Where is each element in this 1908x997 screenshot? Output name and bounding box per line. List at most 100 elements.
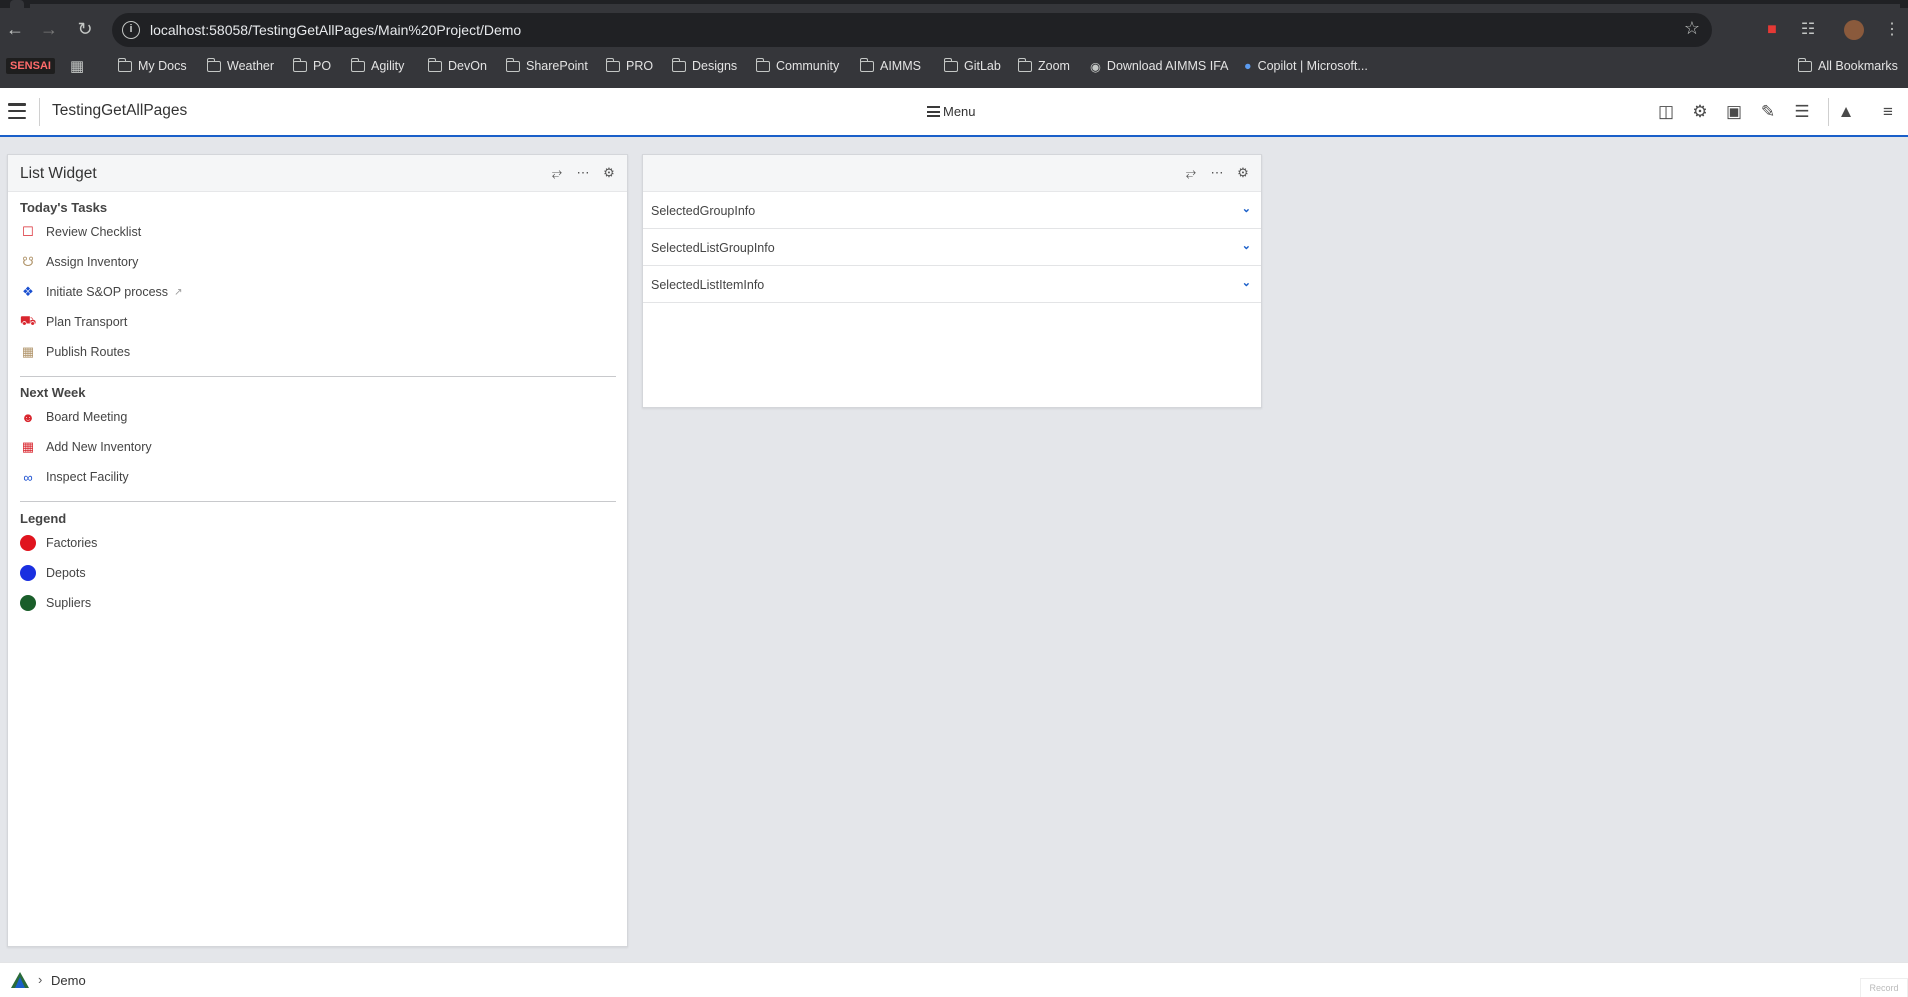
hamburger-icon[interactable] xyxy=(8,103,26,119)
monitor-icon[interactable]: ◫ xyxy=(1655,101,1677,123)
forward-icon[interactable]: → xyxy=(34,14,64,44)
list-item-add-new-inventory[interactable]: ▦ Add New Inventory xyxy=(20,436,152,458)
bookmark-label: GitLab xyxy=(964,59,1001,73)
widget-tools: ⥂ ⋯ ⚙ xyxy=(549,165,617,181)
bookmark-star-icon[interactable]: ☆ xyxy=(1684,18,1700,39)
widget-tools: ⥂ ⋯ ⚙ xyxy=(1183,165,1251,181)
folder-icon xyxy=(505,57,520,72)
reload-icon[interactable]: ↻ xyxy=(70,14,100,44)
accordion-selected-list-item-info[interactable]: SelectedListItemInfo ⌄ xyxy=(643,266,1261,303)
menu-icon xyxy=(927,106,940,117)
back-icon[interactable]: ← xyxy=(0,14,30,44)
fullscreen-icon[interactable]: ⥂ xyxy=(1183,165,1199,181)
more-icon[interactable]: ⋯ xyxy=(575,165,591,181)
truck-icon: ⛟ xyxy=(19,313,37,328)
group-title-todays-tasks: Today's Tasks xyxy=(20,200,108,215)
list-item-label: Initiate S&OP process xyxy=(46,285,169,299)
gear-icon[interactable]: ⚙ xyxy=(1689,101,1711,123)
bookmark-download-aimms-ifa[interactable]: ◉ Download AIMMS IFA xyxy=(1090,56,1229,76)
bookmark-zoom[interactable]: Zoom xyxy=(1017,56,1070,76)
all-bookmarks-label: All Bookmarks xyxy=(1818,59,1898,73)
list-item-factories[interactable]: Factories xyxy=(20,532,97,554)
list-item-initiate-sop[interactable]: ❖ Initiate S&OP process ↗ xyxy=(20,281,182,303)
menu-label: Menu xyxy=(943,104,976,119)
bookmark-sensai[interactable]: SENSAI xyxy=(6,56,55,76)
footer-bar: › Demo Record xyxy=(0,962,1908,997)
folder-icon xyxy=(943,57,958,72)
group-divider xyxy=(20,376,616,377)
list-widget: List Widget ⥂ ⋯ ⚙ Today's Tasks ☐ Review… xyxy=(7,154,628,947)
list-item-assign-inventory[interactable]: ☋ Assign Inventory xyxy=(20,251,138,273)
list-item-depots[interactable]: Depots xyxy=(20,562,86,584)
active-tab[interactable] xyxy=(10,0,24,8)
accordion-label: SelectedListItemInfo xyxy=(651,278,765,292)
aimms-logo-icon[interactable] xyxy=(10,971,30,989)
bookmark-community[interactable]: Community xyxy=(755,56,839,76)
bookmark-my-docs[interactable]: My Docs xyxy=(117,56,187,76)
group-divider xyxy=(20,501,616,502)
extension-toolbar: ■ ☷ ⋮ xyxy=(1708,14,1908,46)
list-item-plan-transport[interactable]: ⛟ Plan Transport xyxy=(20,311,127,333)
list-item-supliers[interactable]: Supliers xyxy=(20,592,91,614)
list-item-label: Depots xyxy=(46,566,86,580)
more-icon[interactable]: ⋯ xyxy=(1209,165,1225,181)
bookmark-sharepoint[interactable]: SharePoint xyxy=(505,56,588,76)
list-icon[interactable]: ☰ xyxy=(1791,101,1813,123)
external-link-icon: ↗ xyxy=(174,286,183,298)
bookmark-copilot[interactable]: ● Copilot | Microsoft... xyxy=(1244,56,1368,76)
bookmark-weather[interactable]: Weather xyxy=(206,56,274,76)
browser-menu-icon[interactable]: ⋮ xyxy=(1880,18,1904,42)
gear-icon[interactable]: ⚙ xyxy=(1235,165,1251,181)
folder-icon xyxy=(117,57,132,72)
accordion-selected-list-group-info[interactable]: SelectedListGroupInfo ⌄ xyxy=(643,229,1261,266)
bookmark-label: Designs xyxy=(692,59,738,73)
info-widget: ⥂ ⋯ ⚙ SelectedGroupInfo ⌄ SelectedListGr… xyxy=(642,154,1262,408)
bookmarks-bar: SENSAI ▦ My Docs Weather PO Agility DevO… xyxy=(0,52,1908,80)
record-button[interactable]: Record xyxy=(1860,978,1908,997)
bookmark-gitlab[interactable]: GitLab xyxy=(943,56,1001,76)
bookmark-agility[interactable]: Agility xyxy=(350,56,404,76)
header-divider xyxy=(1828,98,1829,126)
extensions-icon[interactable]: ☷ xyxy=(1796,18,1820,42)
chevron-down-icon[interactable]: ⌄ xyxy=(1242,276,1251,289)
red-dot-icon xyxy=(20,535,36,551)
list-item-publish-routes[interactable]: ▦ Publish Routes xyxy=(20,341,130,363)
group-title-legend: Legend xyxy=(20,511,67,526)
apps-grid-icon[interactable]: ▦ xyxy=(70,56,84,76)
address-bar[interactable]: i localhost:58058/TestingGetAllPages/Mai… xyxy=(112,13,1712,47)
folder-icon xyxy=(292,57,307,72)
camera-icon[interactable]: ▣ xyxy=(1723,101,1745,123)
list-item-label: Add New Inventory xyxy=(46,440,152,454)
gear-icon[interactable]: ⚙ xyxy=(601,165,617,181)
list-item-label: Factories xyxy=(46,536,98,550)
bookmark-label: Download AIMMS IFA xyxy=(1106,59,1229,73)
process-icon: ❖ xyxy=(22,284,34,299)
chevron-down-icon[interactable]: ⌄ xyxy=(1242,202,1251,215)
bookmark-pro[interactable]: PRO xyxy=(605,56,653,76)
pencil-icon[interactable]: ✎ xyxy=(1757,101,1779,123)
folder-icon xyxy=(206,57,221,72)
bell-icon[interactable]: ▲ xyxy=(1835,101,1857,123)
site-info-icon[interactable]: i xyxy=(122,21,140,39)
breadcrumb-demo[interactable]: Demo xyxy=(51,973,86,988)
list-item-inspect-facility[interactable]: ∞ Inspect Facility xyxy=(20,466,128,488)
url-text[interactable]: localhost:58058/TestingGetAllPages/Main%… xyxy=(150,22,521,38)
sliders-icon[interactable]: ≡ xyxy=(1877,101,1899,123)
accordion-selected-group-info[interactable]: SelectedGroupInfo ⌄ xyxy=(643,192,1261,229)
menu-button[interactable]: Menu xyxy=(927,104,976,119)
bookmark-po[interactable]: PO xyxy=(292,56,331,76)
accordion-label: SelectedListGroupInfo xyxy=(651,241,775,255)
chevron-down-icon[interactable]: ⌄ xyxy=(1242,239,1251,252)
bookmark-label: My Docs xyxy=(138,59,187,73)
list-item-review-checklist[interactable]: ☐ Review Checklist xyxy=(20,221,141,243)
bookmark-aimms[interactable]: AIMMS xyxy=(859,56,921,76)
list-item-board-meeting[interactable]: ☻ Board Meeting xyxy=(20,406,127,428)
list-item-label: Supliers xyxy=(46,596,92,610)
fullscreen-icon[interactable]: ⥂ xyxy=(549,165,565,181)
all-bookmarks[interactable]: All Bookmarks xyxy=(1797,56,1898,76)
bookmark-devon[interactable]: DevOn xyxy=(427,56,487,76)
profile-avatar[interactable] xyxy=(1844,20,1864,40)
extension-badge-icon[interactable]: ■ xyxy=(1760,18,1784,42)
bookmark-designs[interactable]: Designs xyxy=(671,56,738,76)
globe-icon: ◉ xyxy=(1090,59,1101,74)
